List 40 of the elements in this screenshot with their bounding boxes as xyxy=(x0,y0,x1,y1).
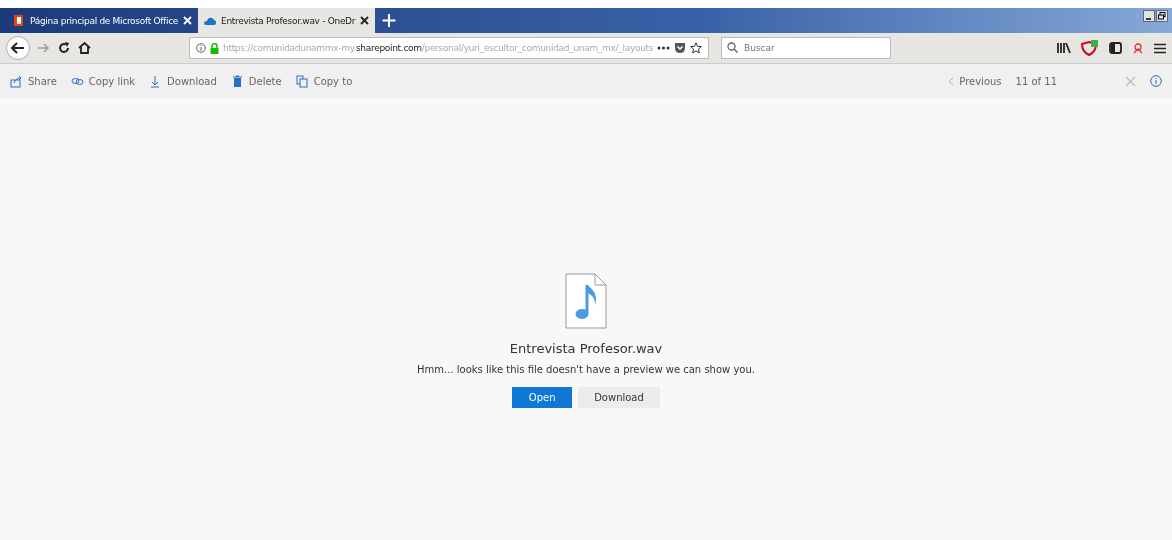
office-logo-icon xyxy=(13,15,25,26)
library-icon[interactable] xyxy=(1057,42,1071,54)
copy-icon xyxy=(295,74,309,88)
file-name: Entrevista Profesor.wav xyxy=(509,341,663,356)
download-button[interactable]: Download xyxy=(578,387,660,408)
toolbar-action[interactable]: Copy link xyxy=(70,74,136,88)
share-icon xyxy=(10,74,23,88)
info-icon xyxy=(196,43,206,53)
toolbar-action[interactable]: Copy to xyxy=(295,74,353,88)
star-icon[interactable] xyxy=(690,42,702,54)
preview-message: Hmm... looks like this file doesn't have a preview we can show you. xyxy=(417,364,755,375)
cloud-icon xyxy=(204,15,217,26)
menu-icon[interactable] xyxy=(1154,42,1166,54)
toolbar-action[interactable]: Share xyxy=(10,74,57,88)
open-button[interactable]: Open xyxy=(512,387,573,408)
lock-icon xyxy=(210,42,219,54)
chevron-left-icon xyxy=(948,76,955,86)
more-icon[interactable] xyxy=(657,46,670,50)
close-icon[interactable] xyxy=(360,16,370,25)
back-arrow-icon[interactable] xyxy=(11,42,25,54)
address-bar[interactable]: https://comunidadunammx-my.sharepoint.com/personal/yuri_escultor_comunidad_unam_mx/_layouts xyxy=(189,37,709,59)
info-icon[interactable] xyxy=(1150,75,1162,87)
audio-file-icon xyxy=(565,273,607,329)
search-field[interactable]: Buscar xyxy=(721,37,891,59)
page-counter: 11 of 11 xyxy=(1015,75,1057,87)
previous-button[interactable]: Previous xyxy=(948,75,1002,87)
url-text: https://comunidadunammx-my.sharepoint.com/personal/yuri_escultor_comunidad_unam_mx/_layouts xyxy=(223,43,653,53)
trash-icon xyxy=(230,74,244,88)
shield-icon[interactable] xyxy=(674,42,686,54)
toolbar-action[interactable]: Delete xyxy=(230,74,282,88)
browser-tab[interactable]: Entrevista Profesor.wav - OneDr xyxy=(198,8,376,33)
minimize-icon[interactable] xyxy=(1143,10,1155,22)
toolbar-action[interactable]: Download xyxy=(149,74,217,88)
sidebar-icon[interactable] xyxy=(1109,42,1122,54)
reload-icon[interactable] xyxy=(58,42,70,54)
restore-icon[interactable] xyxy=(1156,10,1168,22)
browser-tab[interactable]: Página principal de Microsoft Office xyxy=(7,8,199,33)
extension-icon[interactable] xyxy=(1132,42,1144,54)
home-icon[interactable] xyxy=(78,42,91,54)
shield-badge-icon[interactable] xyxy=(1081,40,1099,56)
